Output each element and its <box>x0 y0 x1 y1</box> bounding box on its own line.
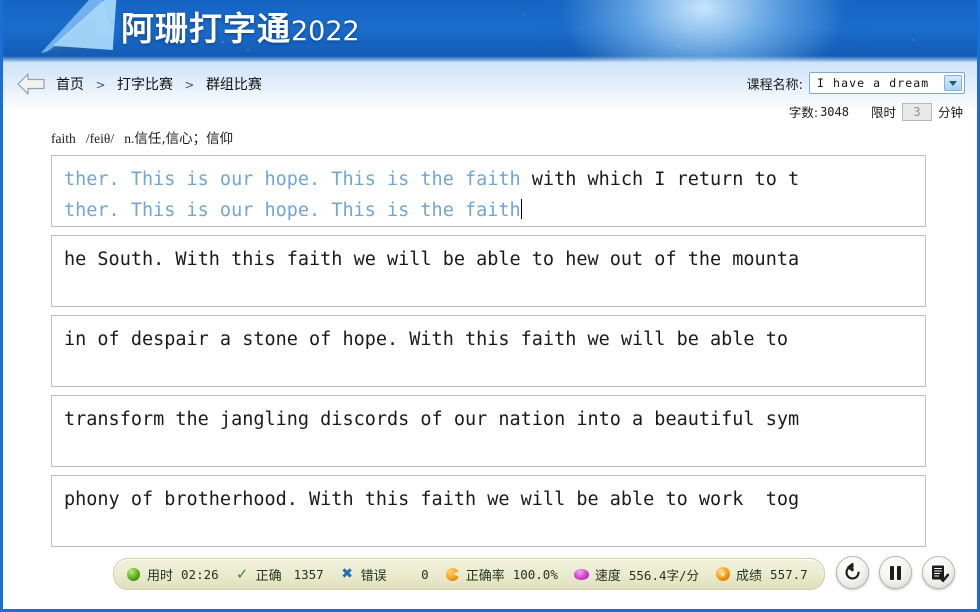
stat-label: 用时 <box>147 568 174 584</box>
stat-value: 1357 <box>293 566 324 582</box>
wordcount-value: 3048 <box>820 104 849 119</box>
restart-button[interactable] <box>836 556 869 589</box>
breadcrumb-item-contest[interactable]: 打字比赛 <box>117 77 173 93</box>
restart-icon <box>843 563 862 582</box>
stat-value: 557.7 <box>770 566 808 582</box>
typing-box[interactable]: transform the jangling discords of our n… <box>51 395 926 467</box>
app-window: 阿珊打字通2022 首页 > 打字比赛 > 群组比赛 课程名称: I have … <box>0 0 980 612</box>
breadcrumb: 首页 > 打字比赛 > 群组比赛 <box>56 74 262 94</box>
reference-todo: he South. With this faith we will be abl… <box>64 249 800 270</box>
course-selector-group: 课程名称: I have a dream <box>747 72 965 94</box>
limit-label: 限时 <box>870 105 896 120</box>
speed-icon <box>573 567 589 582</box>
limit-unit: 分钟 <box>937 105 963 120</box>
limit-input[interactable]: 3 <box>901 102 932 121</box>
app-title: 阿珊打字通2022 <box>121 2 360 50</box>
pie-chart-icon <box>445 567 460 582</box>
report-icon <box>929 563 949 583</box>
typing-box[interactable]: in of despair a stone of hope. With this… <box>51 315 926 387</box>
course-select[interactable]: I have a dream <box>809 72 965 94</box>
breadcrumb-item-home[interactable]: 首页 <box>56 77 84 93</box>
app-title-year: 2022 <box>291 16 360 47</box>
reference-line: in of despair a stone of hope. With this… <box>64 324 925 355</box>
reference-line: he South. With this faith we will be abl… <box>64 244 925 275</box>
reference-todo: in of despair a stone of hope. With this… <box>64 329 788 350</box>
clock-icon <box>126 567 141 582</box>
back-arrow-icon[interactable] <box>16 71 46 97</box>
word-hint: faith /feiθ/ n.信任,信心；信仰 <box>51 127 233 147</box>
breadcrumb-item-group-contest[interactable]: 群组比赛 <box>206 77 262 93</box>
star-icon: ★ <box>715 567 730 582</box>
typed-text: ther. This is our hope. This is the fait… <box>64 200 521 221</box>
typing-area: ther. This is our hope. This is the fait… <box>51 155 926 555</box>
stat-label: 速度 <box>594 568 621 584</box>
stat-label: 成绩 <box>736 568 763 584</box>
report-button[interactable] <box>922 556 955 589</box>
stat-value: 0 <box>421 566 429 582</box>
app-title-cn: 阿珊打字通 <box>121 9 291 48</box>
chevron-down-icon[interactable] <box>944 75 962 91</box>
status-bar: 用时 02:26 ✓ 正确 1357 ✖ 错误 0 正确率 100.0% 速度 … <box>113 558 825 590</box>
stat-label: 正确 <box>255 568 282 584</box>
breadcrumb-separator: > <box>184 78 195 92</box>
stat-label: 正确率 <box>465 568 505 584</box>
hint-meaning: 信任,信心；信仰 <box>134 131 234 147</box>
hint-pos: n. <box>124 131 135 146</box>
course-select-value: I have a dream <box>817 76 930 90</box>
typing-box[interactable]: he South. With this faith we will be abl… <box>51 235 926 307</box>
reference-todo: phony of brotherhood. With this faith we… <box>64 489 800 510</box>
pause-icon <box>890 565 901 580</box>
stat-value: 02:26 <box>181 566 219 582</box>
stat-accuracy: 正确率 100.0% <box>445 565 558 584</box>
stat-score: ★ 成绩 557.7 <box>715 565 808 584</box>
course-label: 课程名称: <box>746 77 803 93</box>
hint-phonetic: /feiθ/ <box>85 131 115 146</box>
text-caret <box>520 199 522 219</box>
breadcrumb-separator: > <box>95 78 106 92</box>
stat-value: 556.4字/分 <box>628 567 700 583</box>
stat-errors: ✖ 错误 0 <box>340 565 429 584</box>
hint-word: faith <box>51 131 76 146</box>
reference-line: transform the jangling discords of our n… <box>64 404 925 435</box>
wordcount-label: 字数: <box>788 105 819 120</box>
reference-done: ther. This is our hope. This is the fait… <box>64 169 521 190</box>
stat-elapsed-time: 用时 02:26 <box>126 565 219 584</box>
typing-box[interactable]: phony of brotherhood. With this faith we… <box>51 475 926 547</box>
meta-line: 字数: 3048 限时 3 分钟 <box>789 102 963 121</box>
stat-correct: ✓ 正确 1357 <box>235 565 324 584</box>
stat-speed: 速度 556.4字/分 <box>573 565 700 584</box>
reference-todo: with which I return to t <box>520 169 800 190</box>
reference-line: phony of brotherhood. With this faith we… <box>64 484 925 515</box>
stat-value: 100.0% <box>512 566 558 582</box>
reference-todo: transform the jangling discords of our n… <box>64 409 800 430</box>
reference-line: ther. This is our hope. This is the fait… <box>64 164 925 195</box>
control-buttons <box>836 556 955 589</box>
app-banner: 阿珊打字通2022 <box>3 0 977 62</box>
typed-line: ther. This is our hope. This is the fait… <box>64 195 925 226</box>
typing-box-active[interactable]: ther. This is our hope. This is the fait… <box>51 155 926 227</box>
stat-label: 错误 <box>360 568 387 584</box>
pause-button[interactable] <box>879 556 912 589</box>
cross-icon: ✖ <box>341 566 354 582</box>
check-icon: ✓ <box>235 564 249 583</box>
